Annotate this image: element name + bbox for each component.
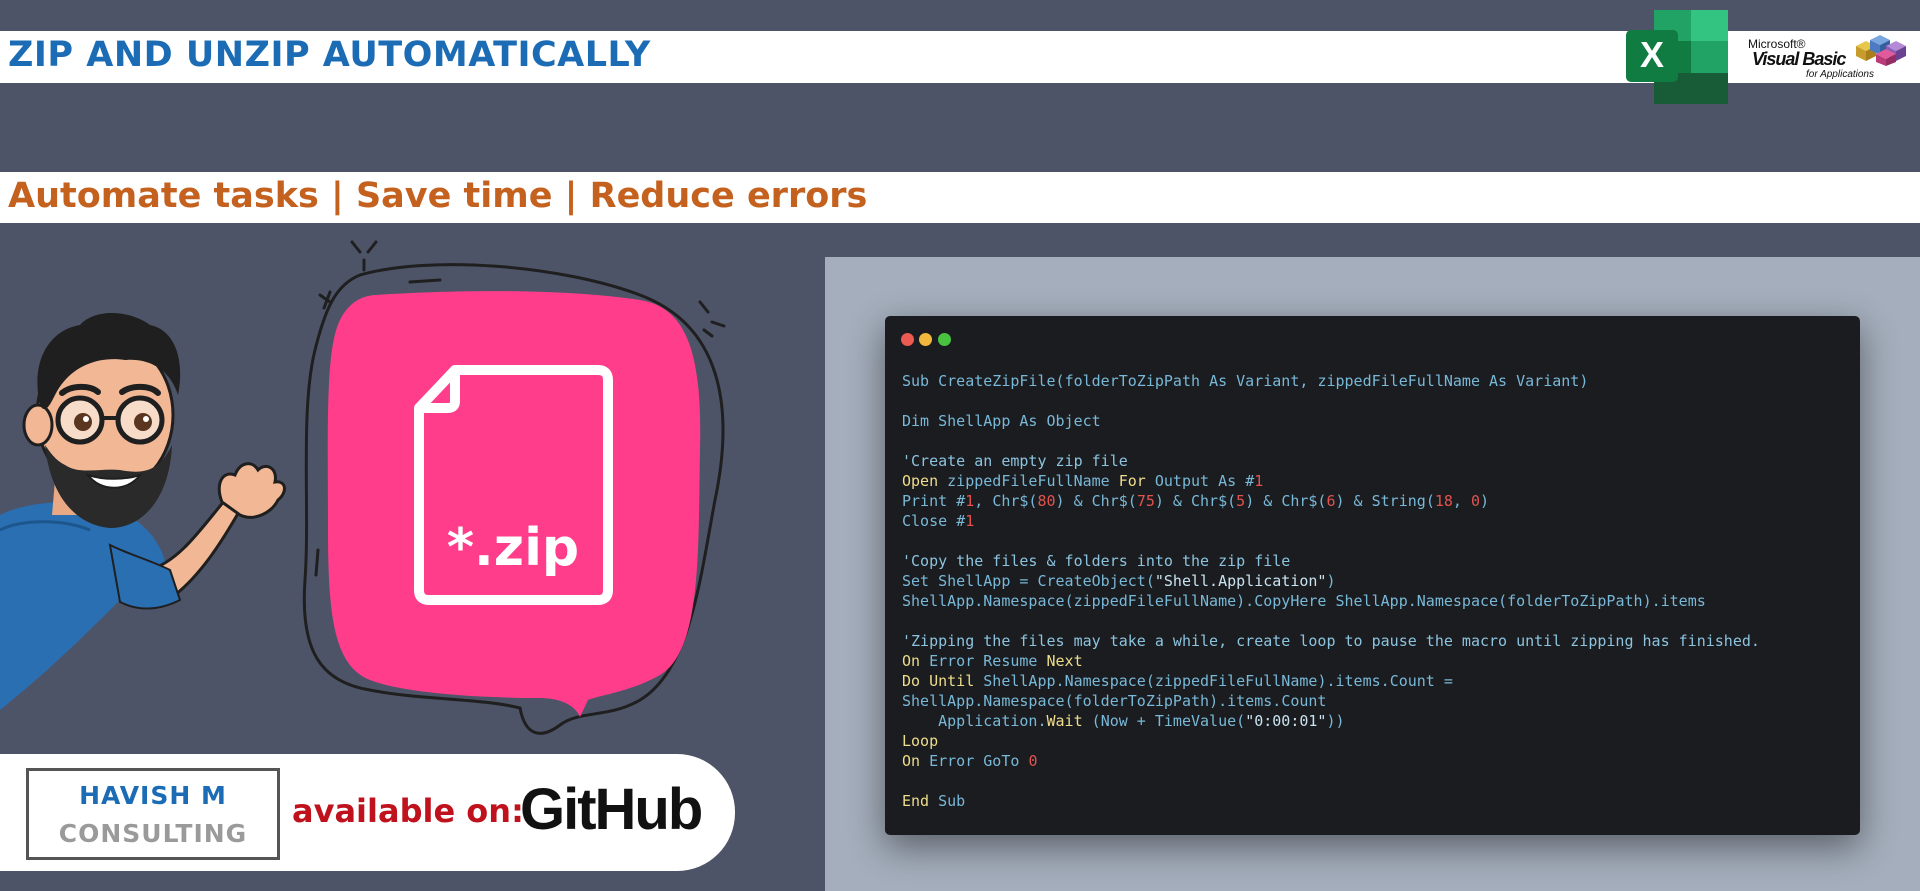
excel-logo-icon: X [1626, 10, 1728, 104]
window-close-icon[interactable] [901, 333, 914, 346]
brand-logo: HAVISH M CONSULTING [26, 768, 280, 860]
code-line: End Sub [902, 792, 966, 810]
code-line: On Error GoTo 0 [902, 752, 1038, 770]
page-title: ZIP AND UNZIP AUTOMATICALLY [8, 35, 651, 75]
code-line: Sub CreateZipFile(folderToZipPath As Var… [902, 372, 1589, 390]
code-line: Close #1 [902, 512, 975, 530]
code-line: ShellApp.Namespace(zippedFileFullName).C… [902, 592, 1706, 610]
code-line: 'Create an empty zip file [902, 452, 1128, 470]
code-line: Loop [902, 732, 939, 750]
code-line: Open zippedFileFullName For Output As #1 [902, 472, 1264, 490]
brand-card: HAVISH M CONSULTING available on: GitHub [0, 754, 735, 871]
tagline: Automate tasks | Save time | Reduce erro… [8, 176, 868, 216]
zip-illustration: *.zip [0, 240, 726, 735]
code-line: 'Zipping the files may take a while, cre… [902, 632, 1760, 650]
vba-name-label: Visual Basic [1752, 49, 1846, 69]
code-window: Sub CreateZipFile(folderToZipPath As Var… [885, 316, 1860, 835]
vba-blocks-icon [1856, 35, 1906, 66]
code-line: ShellApp.Namespace(folderToZipPath).item… [902, 692, 1327, 710]
code-line: 'Copy the files & folders into the zip f… [902, 552, 1291, 570]
vba-code-block: Sub CreateZipFile(folderToZipPath As Var… [902, 371, 1760, 811]
code-line: On Error Resume Next [902, 652, 1083, 670]
code-line: Application.Wait (Now + TimeValue("0:00:… [938, 712, 1345, 730]
vba-logo: Microsoft® Visual Basic for Applications [1748, 32, 1908, 84]
excel-letter: X [1640, 34, 1664, 75]
code-line: Do Until ShellApp.Namespace(zippedFileFu… [902, 672, 1453, 690]
zip-file-label: *.zip [447, 518, 579, 578]
code-line: Dim ShellApp As Object [902, 412, 1101, 430]
brand-name: HAVISH M [79, 781, 227, 810]
brand-subtitle: CONSULTING [58, 819, 248, 848]
tagline-banner: Automate tasks | Save time | Reduce erro… [0, 172, 1920, 223]
code-line: Print #1, Chr$(80) & Chr$(75) & Chr$(5) … [902, 492, 1490, 510]
cartoon-avatar [0, 312, 286, 710]
github-logo[interactable]: GitHub [520, 776, 703, 843]
vba-for-label: for Applications [1806, 69, 1874, 80]
available-on-label: available on: [292, 792, 524, 830]
window-minimize-icon[interactable] [919, 333, 932, 346]
code-line: Set ShellApp = CreateObject("Shell.Appli… [902, 572, 1336, 590]
window-maximize-icon[interactable] [938, 333, 951, 346]
